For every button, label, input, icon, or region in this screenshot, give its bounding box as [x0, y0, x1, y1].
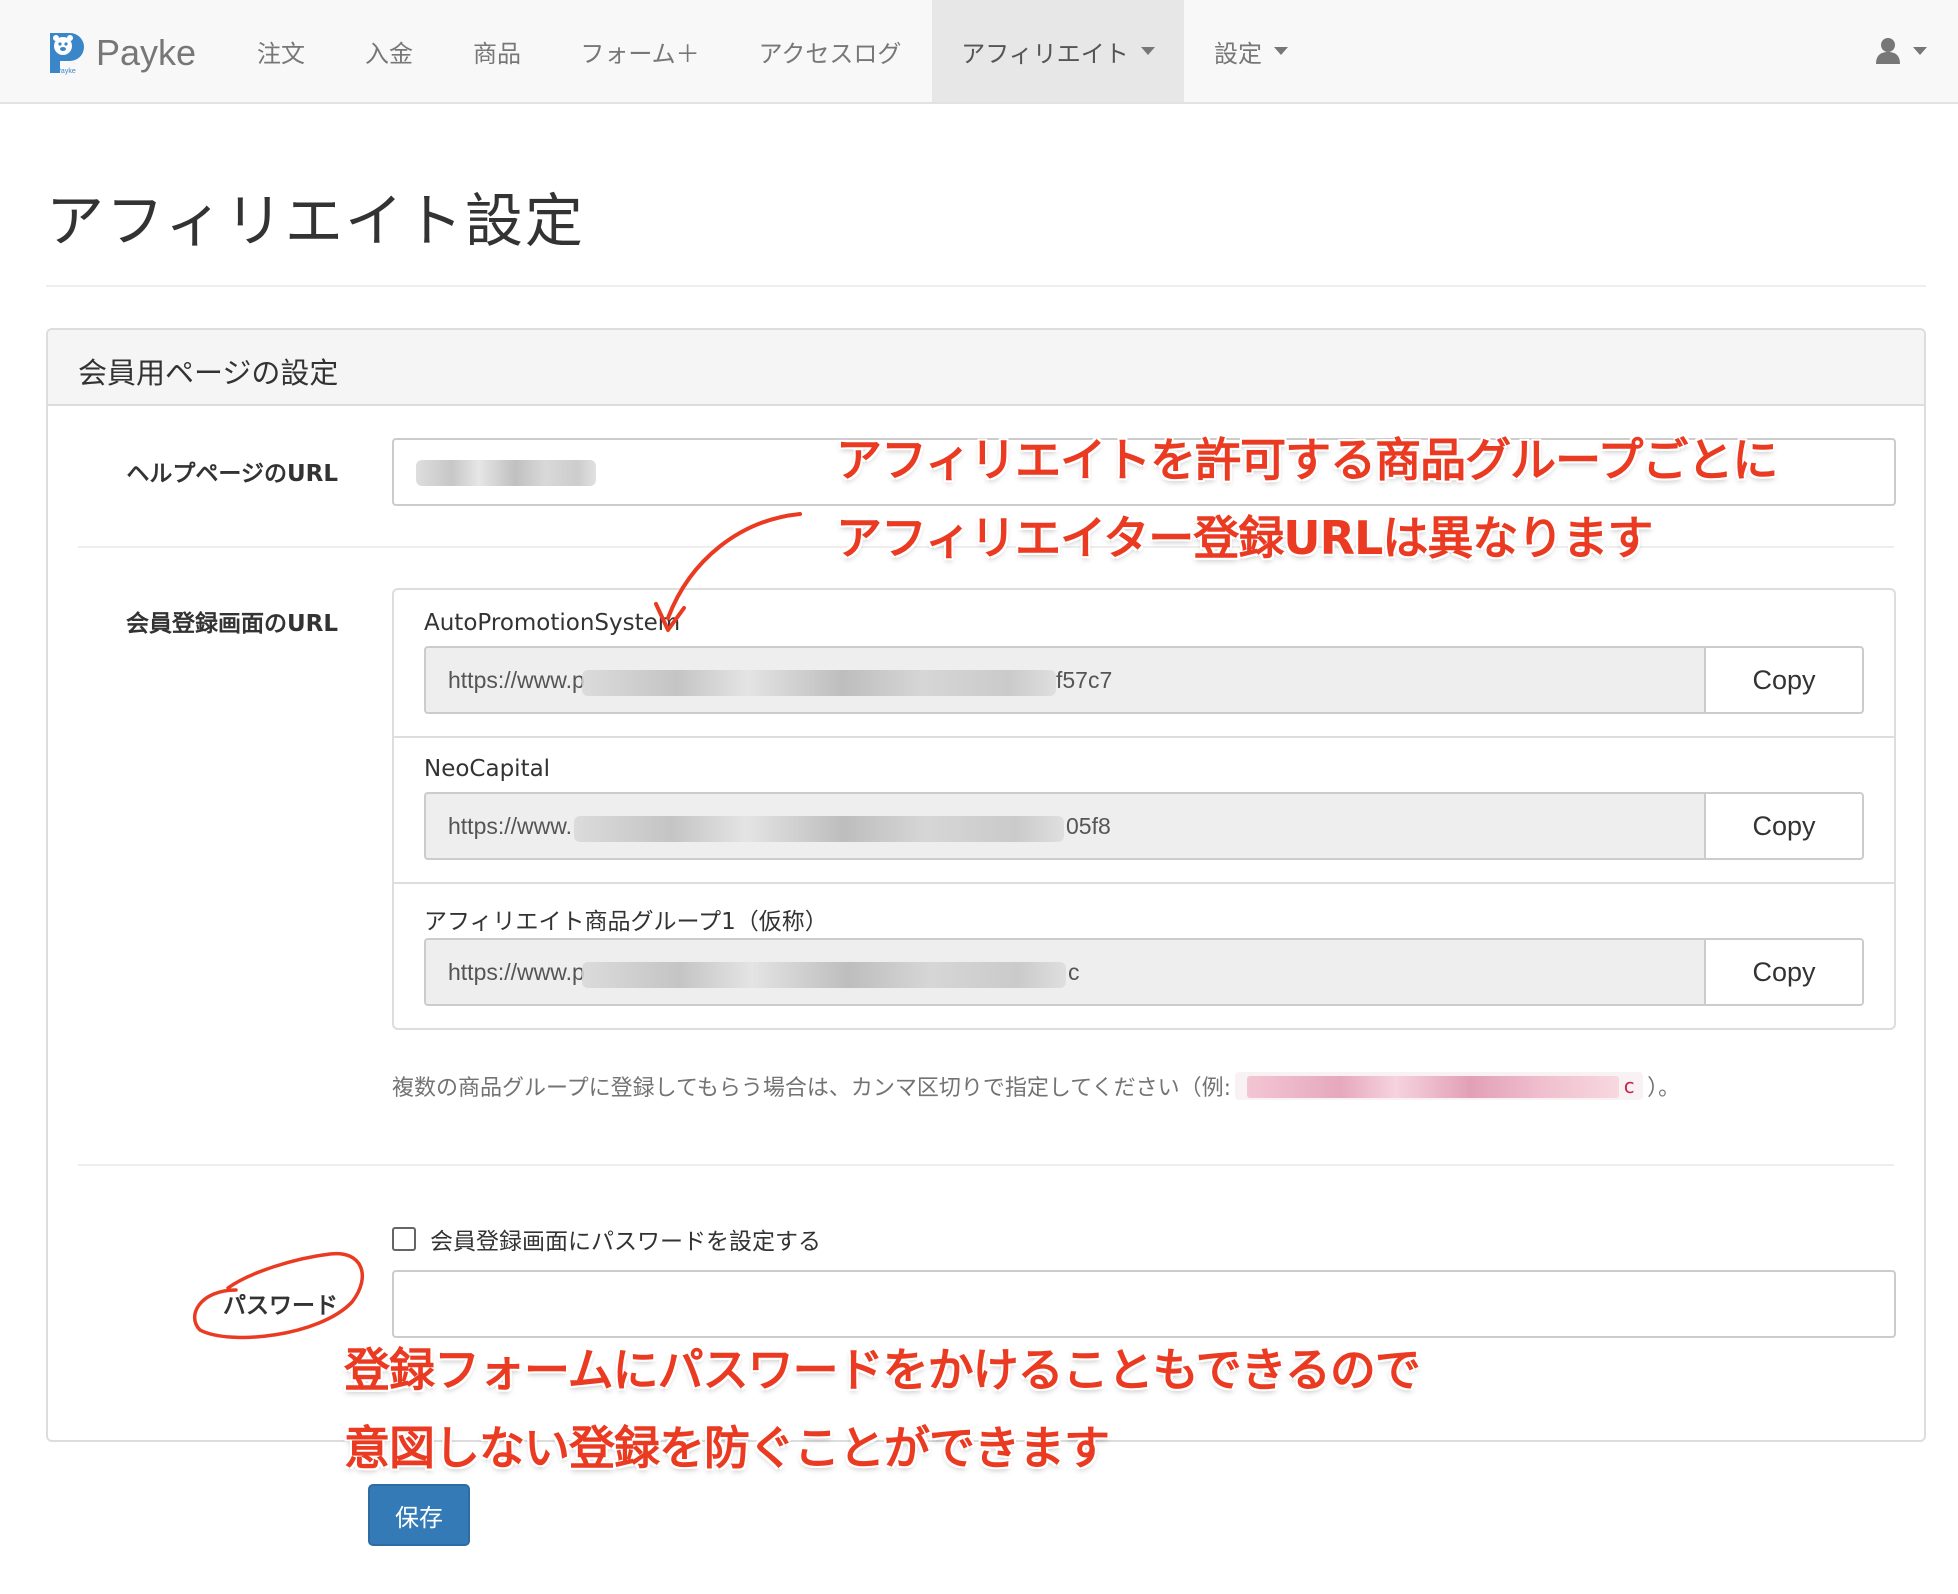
caret-down-icon — [1274, 47, 1288, 55]
annotation-url-note-line1: アフィリエイトを許可する商品グループごとに — [836, 433, 1778, 487]
annotation-url-note-line2: アフィリエイター登録URLは異なります — [836, 511, 1653, 565]
password-checkbox-label: 会員登録画面にパスワードを設定する — [430, 1229, 821, 1255]
register-url-list: AutoPromotionSystem https://www.p f57c7 … — [392, 588, 1896, 1030]
example-code: c — [1235, 1071, 1644, 1101]
nav-payments[interactable]: 入金 — [344, 0, 434, 102]
nav-label: 入金 — [365, 39, 413, 68]
blurred-example-value — [1247, 1076, 1620, 1099]
nav-orders[interactable]: 注文 — [236, 0, 326, 102]
register-url-input[interactable]: https://www. 05f8 — [424, 792, 1704, 860]
caret-down-icon — [1140, 47, 1155, 55]
register-url-input[interactable]: https://www.p c — [424, 938, 1704, 1006]
url-prefix: https://www.p — [448, 667, 585, 693]
nav-label: アフィリエイト — [961, 39, 1129, 68]
nav-affiliate[interactable]: アフィリエイト — [932, 0, 1184, 102]
member-page-settings-panel: 会員用ページの設定 ヘルプページのURL 会員登録画面のURL AutoProm… — [46, 328, 1926, 1442]
panel-heading: 会員用ページの設定 — [48, 330, 1924, 406]
example-code-suffix: c — [1623, 1073, 1636, 1098]
copy-button[interactable]: Copy — [1704, 792, 1864, 860]
nav-access-log[interactable]: アクセスログ — [740, 0, 920, 102]
copy-button[interactable]: Copy — [1704, 646, 1864, 714]
brand[interactable]: Payke Payke — [46, 30, 196, 76]
svg-text:Payke: Payke — [56, 68, 76, 75]
url-group-item: AutoPromotionSystem https://www.p f57c7 … — [394, 590, 1894, 736]
nav-products[interactable]: 商品 — [452, 0, 542, 102]
blurred-url-value — [582, 962, 1066, 988]
blurred-url-value — [582, 670, 1056, 696]
payke-logo-icon: Payke — [46, 31, 86, 75]
help-url-label: ヘルプページのURL — [126, 461, 338, 487]
url-group-item: アフィリエイト商品グループ1（仮称） https://www.p c Copy — [394, 882, 1894, 1030]
nav-label: 商品 — [473, 39, 521, 68]
nav-label: 設定 — [1214, 39, 1262, 68]
url-suffix: f57c7 — [1056, 667, 1113, 693]
url-prefix: https://www. — [448, 813, 572, 839]
url-group-item: NeoCapital https://www. 05f8 Copy — [394, 736, 1894, 882]
user-menu[interactable] — [1864, 0, 1938, 102]
url-suffix: 05f8 — [1066, 813, 1111, 839]
url-group-name: AutoPromotionSystem — [424, 610, 681, 636]
brand-name: Payke — [96, 32, 197, 73]
annotation-password-note-line2: 意図しない登録を防ぐことができます — [344, 1421, 1110, 1475]
url-prefix: https://www.p — [448, 959, 585, 985]
blurred-url-value — [574, 816, 1064, 842]
nav-label: 注文 — [257, 39, 305, 68]
register-url-input[interactable]: https://www.p f57c7 — [424, 646, 1704, 714]
url-group-name: NeoCapital — [424, 756, 551, 782]
blurred-url-value — [416, 460, 596, 486]
nav-label: アクセスログ — [758, 39, 902, 68]
nav-form-plus[interactable]: フォーム＋ — [560, 0, 720, 102]
panel-heading-title: 会員用ページの設定 — [78, 356, 339, 390]
nav-settings[interactable]: 設定 — [1196, 0, 1306, 102]
caret-down-icon — [1913, 47, 1927, 55]
top-navbar: Payke Payke 注文 入金 商品 フォーム＋ アクセスログ アフィリエイ… — [0, 0, 1958, 104]
form-divider — [78, 1164, 1894, 1166]
multiple-groups-help-text: 複数の商品グループに登録してもらう場合は、カンマ区切りで指定してください（例: … — [392, 1070, 1680, 1102]
title-divider — [46, 285, 1926, 287]
save-button[interactable]: 保存 — [368, 1484, 470, 1546]
copy-button[interactable]: Copy — [1704, 938, 1864, 1006]
url-group-name: アフィリエイト商品グループ1（仮称） — [424, 909, 828, 935]
help-text-prefix: 複数の商品グループに登録してもらう場合は、カンマ区切りで指定してください（例: — [392, 1076, 1232, 1101]
user-icon — [1876, 38, 1900, 64]
url-suffix: c — [1068, 959, 1080, 985]
help-text-suffix: ）。 — [1647, 1076, 1681, 1101]
page-title: アフィリエイト設定 — [46, 187, 585, 255]
password-checkbox-row[interactable]: 会員登録画面にパスワードを設定する — [392, 1222, 821, 1256]
nav-label: フォーム＋ — [580, 39, 700, 68]
password-checkbox[interactable] — [392, 1227, 416, 1251]
register-url-label: 会員登録画面のURL — [125, 611, 338, 637]
password-label: パスワード — [223, 1293, 338, 1319]
annotation-password-note-line1: 登録フォームにパスワードをかけることもできるので — [344, 1343, 1421, 1397]
password-input[interactable] — [392, 1270, 1896, 1338]
